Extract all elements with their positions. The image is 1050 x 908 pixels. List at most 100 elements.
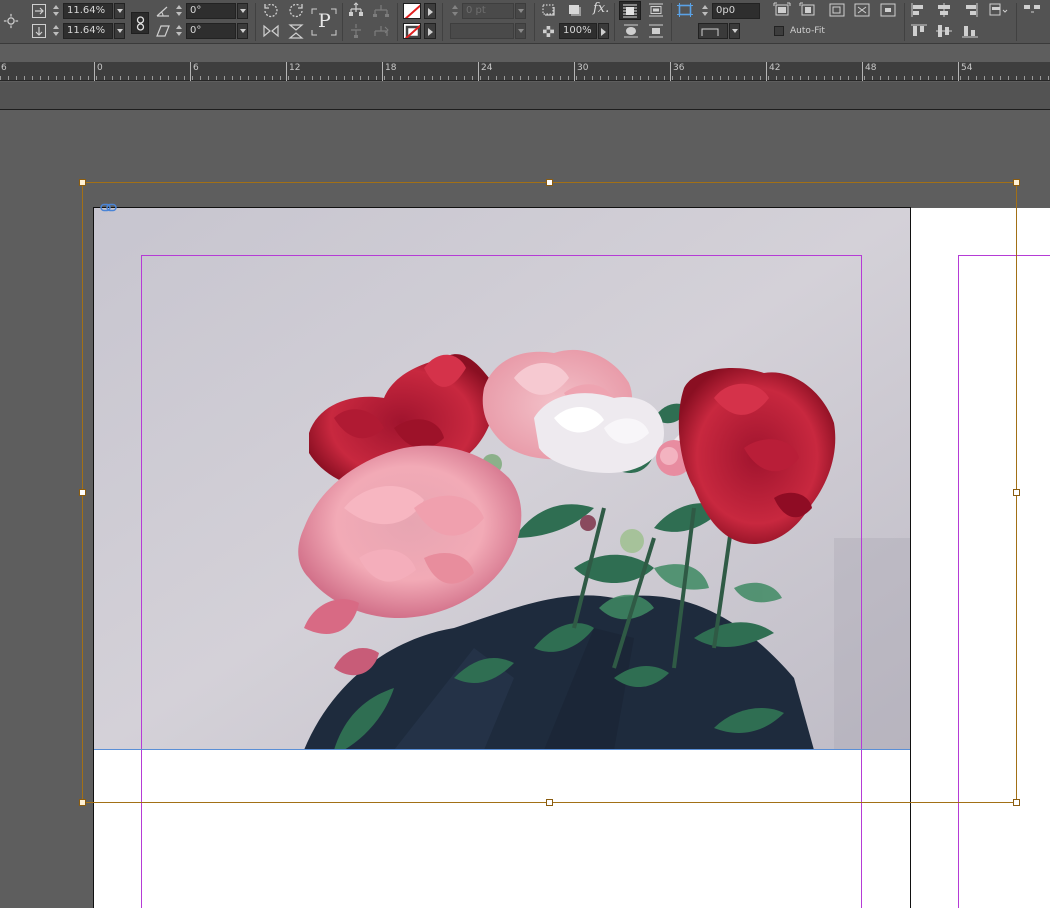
auto-fit-checkbox[interactable] bbox=[774, 26, 784, 36]
handle-bottom-center[interactable] bbox=[546, 799, 553, 806]
ruler-minor-tick bbox=[944, 76, 945, 80]
ruler-minor-tick bbox=[536, 76, 537, 80]
select-next-object-icon[interactable] bbox=[372, 23, 390, 39]
ruler-minor-tick bbox=[584, 76, 585, 80]
ruler-minor-tick bbox=[664, 76, 665, 80]
wrap-around-shape-icon[interactable] bbox=[622, 23, 640, 39]
align-to-selection-icon[interactable] bbox=[988, 2, 1010, 18]
align-left-edges-icon[interactable] bbox=[910, 2, 928, 18]
ruler-minor-tick bbox=[872, 76, 873, 80]
ruler-minor-tick bbox=[464, 76, 465, 80]
none-stroke-icon bbox=[404, 24, 420, 38]
jump-object-icon[interactable] bbox=[647, 23, 665, 39]
handle-bottom-left[interactable] bbox=[79, 799, 86, 806]
stroke-swatch-menu-button[interactable] bbox=[424, 23, 436, 39]
scale-x-stepper[interactable] bbox=[51, 3, 61, 19]
placed-image-peony-bouquet[interactable] bbox=[94, 208, 910, 750]
right-page[interactable] bbox=[911, 208, 1050, 908]
stroke-weight-field[interactable]: 0 pt bbox=[462, 3, 514, 19]
corner-shape-selector[interactable] bbox=[698, 23, 728, 39]
ruler-label: 6 bbox=[193, 63, 199, 73]
peony-bouquet-photo bbox=[94, 208, 910, 750]
ruler-major-tick bbox=[670, 62, 671, 81]
stroke-weight-stepper[interactable] bbox=[450, 3, 460, 19]
rotation-angle-field[interactable]: 0° bbox=[186, 3, 236, 19]
align-bottom-edges-icon[interactable] bbox=[961, 23, 979, 39]
fitting-offset-stepper[interactable] bbox=[700, 3, 710, 19]
link-badge-icon[interactable] bbox=[100, 203, 118, 212]
scale-y-field[interactable]: 11.64% bbox=[63, 23, 113, 39]
distribute-spacing-icon[interactable] bbox=[1022, 2, 1044, 18]
flip-horizontal-icon[interactable] bbox=[262, 23, 280, 39]
stroke-type-field[interactable] bbox=[450, 23, 514, 39]
corner-shape-icon bbox=[701, 28, 719, 36]
scale-y-dropdown[interactable] bbox=[114, 23, 125, 39]
opacity-field[interactable]: 100% bbox=[559, 23, 597, 39]
constrain-proportions-button[interactable] bbox=[131, 12, 149, 34]
reference-point-icon[interactable] bbox=[2, 13, 20, 29]
select-previous-object-icon[interactable] bbox=[372, 2, 390, 18]
fill-frame-proportionally-icon[interactable] bbox=[773, 2, 791, 18]
separator bbox=[671, 3, 672, 41]
ruler-minor-tick bbox=[16, 76, 17, 80]
stroke-swatch[interactable] bbox=[403, 23, 421, 39]
ruler-label: 42 bbox=[769, 63, 781, 73]
rotation-stepper[interactable] bbox=[174, 3, 184, 19]
align-horizontal-centers-icon[interactable] bbox=[935, 2, 953, 18]
effects-fx-icon[interactable]: fx. bbox=[593, 1, 609, 16]
corner-shape-dropdown[interactable] bbox=[729, 23, 740, 39]
scale-y-icon bbox=[32, 24, 46, 38]
fill-swatch[interactable] bbox=[403, 3, 421, 19]
shear-dropdown[interactable] bbox=[237, 23, 248, 39]
fit-content-to-frame-icon[interactable] bbox=[853, 2, 871, 18]
rotate-clockwise-icon[interactable] bbox=[262, 2, 280, 18]
align-top-edges-icon[interactable] bbox=[910, 23, 928, 39]
handle-middle-right[interactable] bbox=[1013, 489, 1020, 496]
horizontal-ruler[interactable]: 6 0 6 12 18 24 30 36 42 48 54 bbox=[0, 62, 1050, 81]
ruler-minor-tick bbox=[48, 76, 49, 80]
ruler-minor-tick bbox=[936, 76, 937, 80]
fit-content-proportionally-icon[interactable] bbox=[799, 2, 817, 18]
flip-vertical-icon[interactable] bbox=[287, 23, 305, 39]
align-vertical-centers-icon[interactable] bbox=[935, 23, 953, 39]
ruler-minor-tick bbox=[128, 76, 129, 80]
handle-middle-left[interactable] bbox=[79, 489, 86, 496]
opacity-slider-button[interactable] bbox=[598, 23, 609, 39]
ruler-minor-tick bbox=[160, 76, 161, 80]
shear-angle-field[interactable]: 0° bbox=[186, 23, 236, 39]
handle-top-left[interactable] bbox=[79, 179, 86, 186]
ruler-minor-tick bbox=[424, 76, 425, 80]
fitting-offset-field[interactable]: 0p0 bbox=[712, 3, 760, 19]
fit-frame-to-content-icon[interactable] bbox=[828, 2, 846, 18]
ruler-minor-tick bbox=[56, 76, 57, 80]
ruler-minor-tick bbox=[744, 76, 745, 80]
scale-y-stepper[interactable] bbox=[51, 23, 61, 39]
select-content-icon[interactable] bbox=[347, 23, 365, 39]
wrap-around-bounding-box-icon[interactable] bbox=[647, 2, 665, 18]
stroke-weight-dropdown[interactable] bbox=[515, 3, 526, 19]
rotate-counterclockwise-icon[interactable] bbox=[287, 2, 305, 18]
no-text-wrap-button[interactable] bbox=[619, 1, 641, 20]
scale-x-dropdown[interactable] bbox=[114, 3, 125, 19]
drop-shadow-solid-icon[interactable] bbox=[566, 2, 584, 18]
shear-stepper[interactable] bbox=[174, 23, 184, 39]
handle-top-right[interactable] bbox=[1013, 179, 1020, 186]
ruler-minor-tick bbox=[880, 76, 881, 80]
ruler-minor-tick bbox=[520, 76, 521, 80]
center-content-icon[interactable] bbox=[879, 2, 897, 18]
ruler-minor-tick bbox=[104, 76, 105, 80]
stroke-type-dropdown[interactable] bbox=[515, 23, 526, 39]
drop-shadow-icon[interactable] bbox=[540, 2, 558, 18]
ruler-minor-tick bbox=[448, 76, 449, 80]
select-container-icon[interactable] bbox=[347, 2, 365, 18]
ruler-major-tick bbox=[382, 62, 383, 81]
ruler-major-tick bbox=[478, 62, 479, 81]
align-right-edges-icon[interactable] bbox=[961, 2, 979, 18]
scale-x-field[interactable]: 11.64% bbox=[63, 3, 113, 19]
handle-top-center[interactable] bbox=[546, 179, 553, 186]
ruler-minor-tick bbox=[768, 76, 769, 80]
ruler-minor-tick bbox=[240, 76, 241, 80]
handle-bottom-right[interactable] bbox=[1013, 799, 1020, 806]
fill-swatch-menu-button[interactable] bbox=[424, 3, 436, 19]
rotation-dropdown[interactable] bbox=[237, 3, 248, 19]
